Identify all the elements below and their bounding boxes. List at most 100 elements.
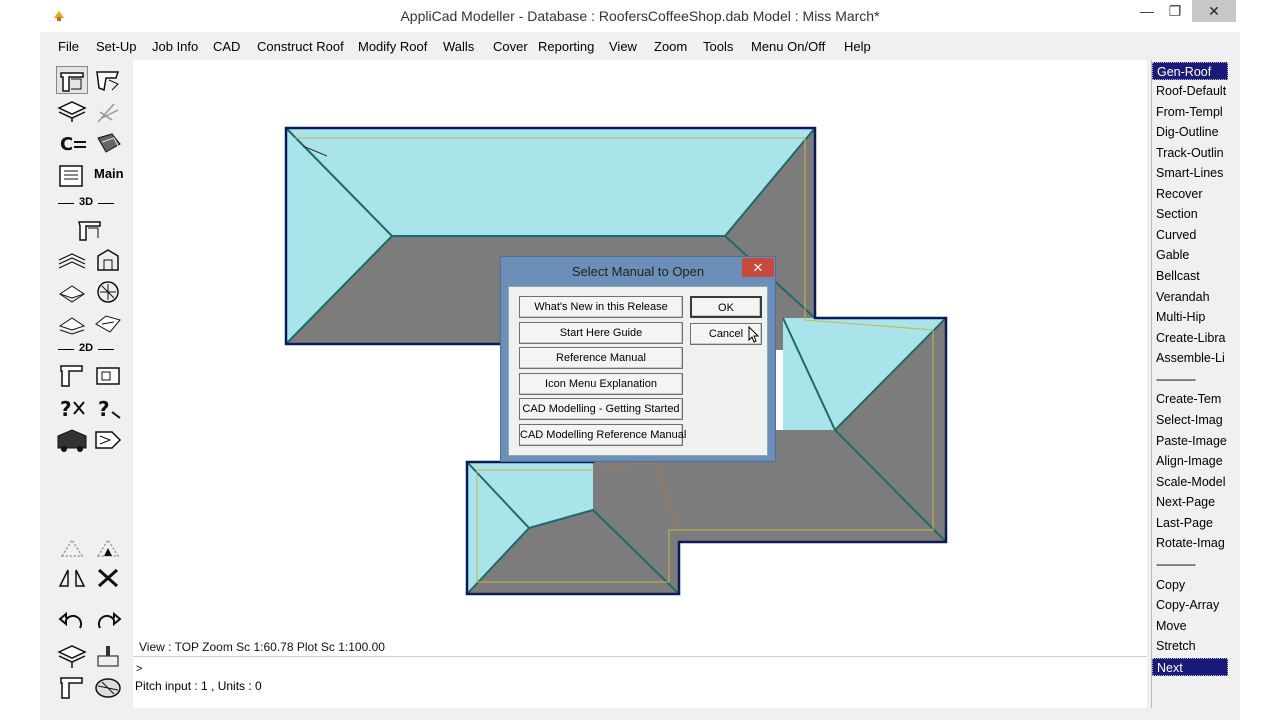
side-menu-item-last-page[interactable]: Last-Page — [1152, 514, 1228, 532]
redo-icon[interactable] — [92, 610, 124, 638]
2d-roof-icon[interactable] — [56, 362, 88, 390]
side-menu-item-assemble-li[interactable]: Assemble-Li — [1152, 349, 1228, 367]
section-2d-label: 2D — [54, 342, 118, 354]
dotted-triangle-icon[interactable] — [56, 534, 88, 562]
menu-reporting[interactable]: Reporting — [538, 39, 594, 54]
manual-cad-reference-button[interactable]: CAD Modelling Reference Manual — [519, 424, 686, 446]
close-window-button[interactable]: ✕ — [1192, 0, 1236, 22]
side-menu-item-gen-roof[interactable]: Gen-Roof — [1152, 62, 1228, 80]
2d-query-icon[interactable]: ? — [56, 394, 88, 422]
roof-outline-icon[interactable] — [56, 674, 88, 702]
view-status: View : TOP Zoom Sc 1:60.78 Plot Sc 1:100… — [139, 640, 385, 654]
filled-triangle-icon[interactable] — [92, 534, 124, 562]
menu-bar: File Set-Up Job Info CAD Construct Roof … — [40, 32, 1240, 60]
roof-shape-icon[interactable] — [92, 66, 124, 94]
manual-reference-button[interactable]: Reference Manual — [519, 347, 683, 369]
menu-setup[interactable]: Set-Up — [96, 39, 136, 54]
side-menu-item-paste-image[interactable]: Paste-Image — [1152, 432, 1228, 450]
command-prompt[interactable]: > — [136, 663, 142, 675]
side-menu-item-bellcast[interactable]: Bellcast — [1152, 267, 1228, 285]
side-menu-item-select-imag[interactable]: Select-Imag — [1152, 411, 1228, 429]
delete-icon[interactable] — [92, 564, 124, 592]
menu-tools[interactable]: Tools — [703, 39, 733, 54]
2d-help-icon[interactable]: ? — [92, 394, 124, 422]
measure-tool-icon[interactable] — [92, 98, 124, 126]
menu-help[interactable]: Help — [844, 39, 871, 54]
3d-flatten-icon[interactable] — [56, 310, 88, 338]
side-menu-item-create-tem[interactable]: Create-Tem — [1152, 390, 1228, 408]
side-menu-item-align-image[interactable]: Align-Image — [1152, 452, 1228, 470]
dialog-title: Select Manual to Open — [571, 264, 705, 279]
side-menu-item-move[interactable]: Move — [1152, 617, 1228, 635]
menu-modify-roof[interactable]: Modify Roof — [358, 39, 427, 54]
side-menu-item-scale-model[interactable]: Scale-Model — [1152, 473, 1228, 491]
2d-layout-icon[interactable] — [92, 362, 124, 390]
3d-stack-icon[interactable] — [56, 246, 88, 274]
3d-orbit-icon[interactable] — [92, 278, 124, 306]
menu-job-info[interactable]: Job Info — [152, 39, 198, 54]
menu-menu-onoff[interactable]: Menu On/Off — [751, 39, 825, 54]
3d-roof-icon[interactable] — [74, 216, 106, 244]
menu-construct-roof[interactable]: Construct Roof — [257, 39, 344, 54]
side-menu-item-stretch[interactable]: Stretch — [1152, 637, 1228, 655]
side-menu-item-from-templ[interactable]: From-Templ — [1152, 103, 1228, 121]
dialog-close-button[interactable]: ✕ — [742, 258, 774, 277]
side-menu-item-track-outlin[interactable]: Track-Outlin — [1152, 144, 1228, 162]
side-menu-item-dig-outline[interactable]: Dig-Outline — [1152, 123, 1228, 141]
menu-zoom[interactable]: Zoom — [654, 39, 687, 54]
mirror-icon[interactable] — [56, 564, 88, 592]
side-menu-item-rotate-imag[interactable]: Rotate-Imag — [1152, 534, 1228, 552]
3d-building-icon[interactable] — [92, 246, 124, 274]
side-menu-separator: ------------- — [1156, 372, 1196, 386]
layers-icon[interactable] — [56, 642, 88, 670]
side-menu-item-copy[interactable]: Copy — [1152, 576, 1228, 594]
cut-roof-icon[interactable]: C — [56, 130, 88, 158]
manual-start-here-button[interactable]: Start Here Guide — [519, 322, 683, 344]
maximize-button[interactable]: ❐ — [1161, 0, 1189, 22]
manual-icon-menu-button[interactable]: Icon Menu Explanation — [519, 373, 683, 395]
main-label[interactable]: Main — [94, 166, 124, 181]
section-3d-label: 3D — [54, 196, 118, 208]
side-menu-item-roof-default[interactable]: Roof-Default — [1152, 82, 1228, 100]
main-menu-icon[interactable] — [56, 162, 88, 190]
side-menu-separator: ------------- — [1156, 557, 1196, 571]
manual-cad-getting-started-button[interactable]: CAD Modelling - Getting Started — [519, 398, 683, 420]
side-menu-item-section[interactable]: Section — [1152, 205, 1228, 223]
menu-file[interactable]: File — [58, 39, 79, 54]
command-area[interactable]: View : TOP Zoom Sc 1:60.78 Plot Sc 1:100… — [133, 640, 1147, 708]
side-menu-item-multi-hip[interactable]: Multi-Hip — [1152, 308, 1228, 326]
2d-truck-icon[interactable] — [56, 426, 88, 454]
dialog-body: What's New in this Release Start Here Gu… — [508, 286, 768, 456]
desktop-left-margin — [0, 0, 40, 720]
ok-button[interactable]: OK — [690, 296, 762, 318]
window-title: AppliCad Modeller - Database : RoofersCo… — [400, 8, 880, 24]
side-menu-item-next[interactable]: Next — [1152, 658, 1228, 676]
print-icon[interactable] — [92, 642, 124, 670]
menu-view[interactable]: View — [609, 39, 637, 54]
desktop-right-margin — [1240, 0, 1280, 720]
title-bar: AppliCad Modeller - Database : RoofersCo… — [40, 0, 1240, 32]
menu-cover[interactable]: Cover — [493, 39, 528, 54]
side-menu-item-next-page[interactable]: Next-Page — [1152, 493, 1228, 511]
bottom-border — [40, 708, 1240, 720]
side-menu-item-gable[interactable]: Gable — [1152, 246, 1228, 264]
manual-whats-new-button[interactable]: What's New in this Release — [519, 296, 683, 318]
undo-icon[interactable] — [56, 610, 88, 638]
generate-roof-icon[interactable] — [56, 66, 88, 94]
svg-text:?: ? — [60, 397, 72, 421]
side-menu-item-recover[interactable]: Recover — [1152, 185, 1228, 203]
side-menu-item-copy-array[interactable]: Copy-Array — [1152, 596, 1228, 614]
side-menu-item-verandah[interactable]: Verandah — [1152, 288, 1228, 306]
side-menu-item-smart-lines[interactable]: Smart-Lines — [1152, 164, 1228, 182]
2d-export-icon[interactable] — [92, 426, 124, 454]
globe-icon[interactable] — [92, 674, 124, 702]
paint-roof-icon[interactable] — [92, 130, 124, 158]
menu-walls[interactable]: Walls — [443, 39, 474, 54]
3d-skew-icon[interactable] — [92, 310, 124, 338]
roof-sheet-icon[interactable] — [56, 98, 88, 126]
side-menu-item-create-libra[interactable]: Create-Libra — [1152, 329, 1228, 347]
menu-cad[interactable]: CAD — [213, 39, 240, 54]
side-menu-item-curved[interactable]: Curved — [1152, 226, 1228, 244]
3d-rotate-icon[interactable] — [56, 278, 88, 306]
minimize-button[interactable]: — — [1133, 0, 1161, 22]
